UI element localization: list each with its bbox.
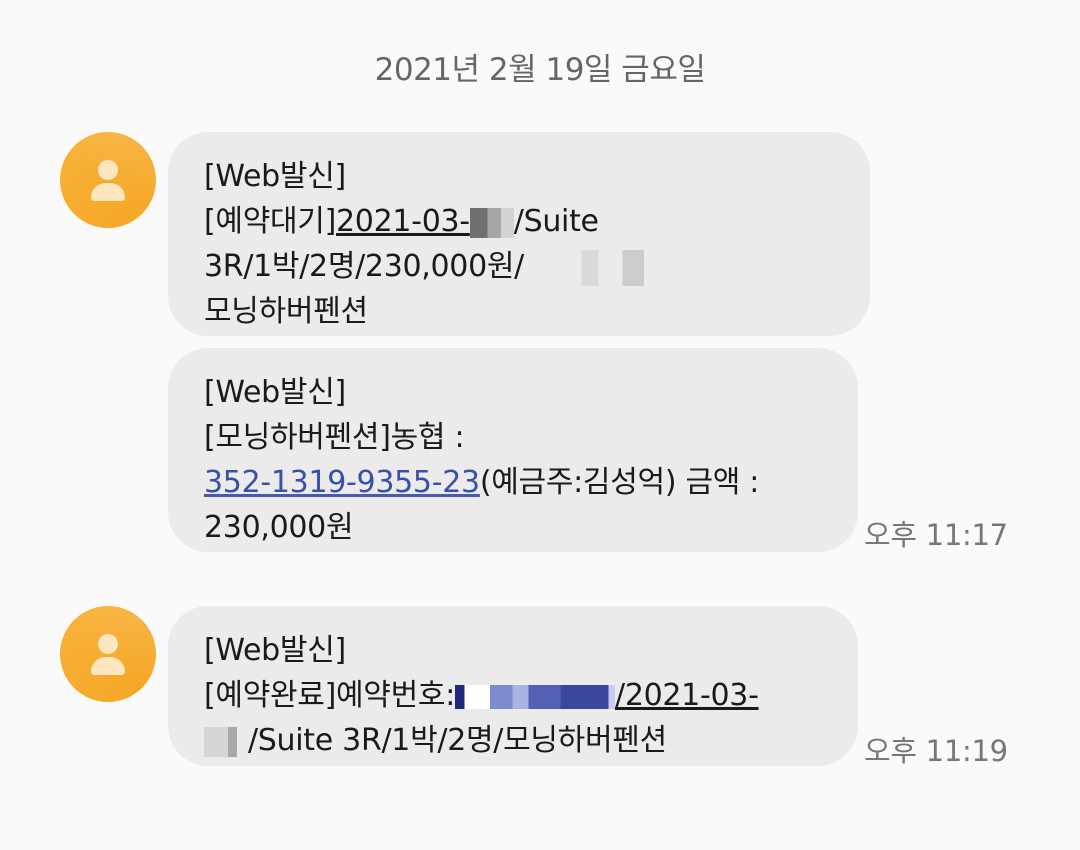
- message-line: [Web발신]: [204, 159, 346, 194]
- redacted-block: [524, 249, 644, 286]
- date-link[interactable]: 2021-03-: [336, 204, 470, 239]
- message-timestamp: 오후 11:17: [864, 518, 1008, 552]
- message-line: [예약대기]2021-03-/Suite: [204, 204, 599, 239]
- message-line: /Suite 3R/1박/2명/모닝하버펜션: [204, 718, 822, 763]
- message-line: 3R/1박/2명/230,000원/: [204, 244, 834, 289]
- contact-avatar[interactable]: [60, 606, 156, 702]
- date-header: 2021년 2월 19일 금요일: [374, 52, 706, 88]
- contact-avatar[interactable]: [60, 132, 156, 228]
- message-line: [Web발신]: [204, 633, 346, 668]
- message-line: 352-1319-9355-23(예금주:김성억) 금액 :: [204, 465, 760, 500]
- redacted-block: [469, 207, 514, 238]
- message-bubble[interactable]: [Web발신] [예약완료]예약번호:/2021-03- /Suite 3R/1…: [168, 606, 858, 766]
- message-line: [모닝하버펜션]농협 :: [204, 420, 465, 455]
- account-number-link[interactable]: 352-1319-9355-23: [204, 465, 480, 500]
- message-bubble[interactable]: [Web발신] [예약대기]2021-03-/Suite 3R/1박/2명/23…: [168, 132, 870, 336]
- message-timestamp: 오후 11:19: [864, 734, 1008, 768]
- message-line: 모닝하버펜션: [204, 294, 368, 329]
- message-bubble[interactable]: [Web발신] [모닝하버펜션]농협 : 352-1319-9355-23(예금…: [168, 348, 858, 552]
- message-line: [Web발신]: [204, 375, 346, 410]
- redacted-block: [455, 684, 616, 709]
- message-line: 230,000원: [204, 510, 354, 545]
- redacted-block: [204, 726, 248, 757]
- date-link[interactable]: /2021-03-: [615, 678, 759, 713]
- message-line: [예약완료]예약번호:/2021-03-: [204, 678, 759, 713]
